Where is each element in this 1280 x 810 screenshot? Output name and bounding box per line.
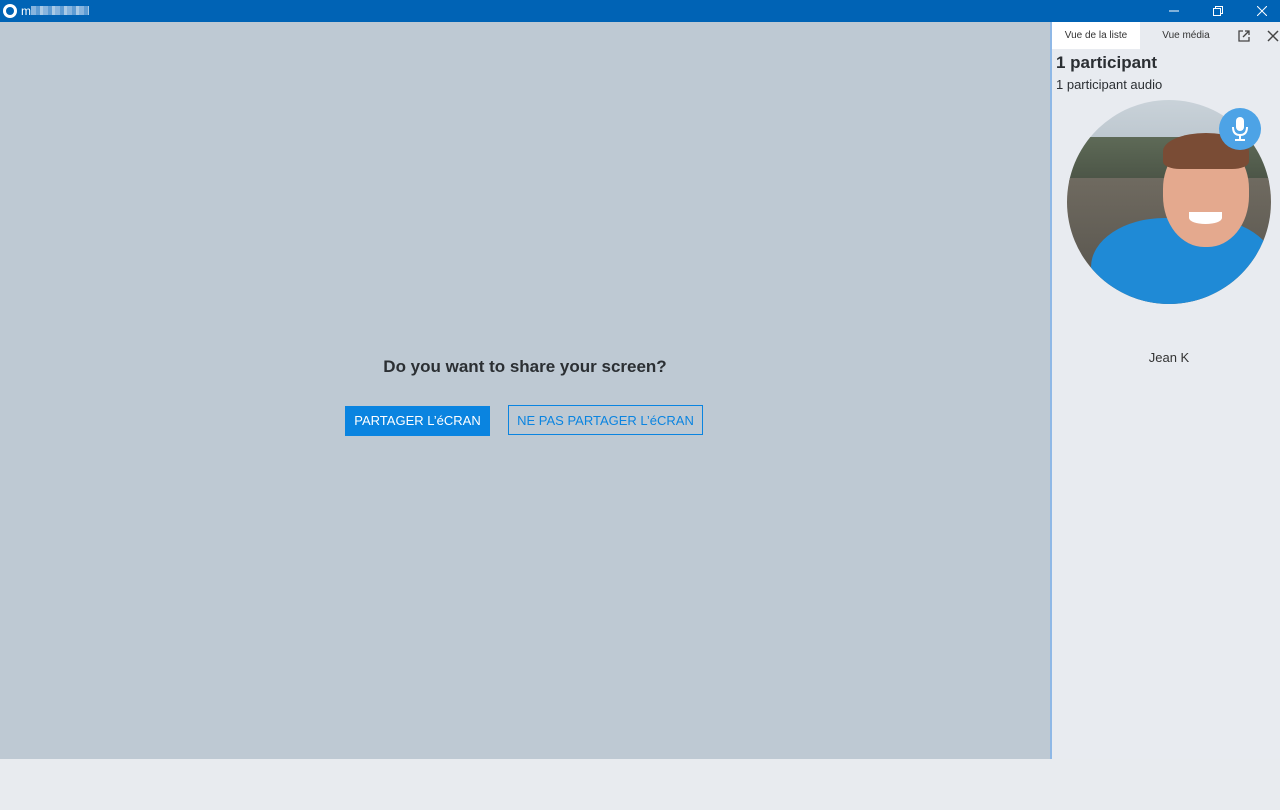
window-title-redacted (31, 6, 89, 15)
close-icon (1257, 6, 1267, 16)
restore-button[interactable] (1196, 0, 1240, 22)
participant-count: 1 participant (1056, 53, 1158, 72)
tab-media-view[interactable]: Vue média (1146, 22, 1226, 49)
share-screen-prompt: Do you want to share your screen? (383, 357, 667, 376)
close-window-button[interactable] (1240, 0, 1280, 22)
close-panel-icon[interactable] (1267, 30, 1279, 42)
screen-share-area: Do you want to share your screen? PARTAG… (0, 22, 1050, 759)
restore-icon (1213, 6, 1223, 16)
microphone-icon (1232, 117, 1248, 141)
do-not-share-screen-button[interactable]: NE PAS PARTAGER L’éCRAN (508, 405, 703, 435)
window-title: m (21, 4, 31, 18)
footer-bar (0, 759, 1280, 810)
popout-icon[interactable] (1238, 30, 1250, 42)
participant-name: Jean K (1148, 350, 1190, 365)
tab-list-view[interactable]: Vue de la liste (1052, 22, 1140, 49)
share-screen-button[interactable]: PARTAGER L’éCRAN (345, 406, 490, 436)
participants-panel: Vue de la liste Vue média 1 participant … (1052, 22, 1280, 759)
title-bar: m (0, 0, 1280, 22)
microphone-badge (1219, 108, 1261, 150)
minimize-button[interactable] (1152, 0, 1196, 22)
minimize-icon (1169, 10, 1179, 12)
participant-audio-count: 1 participant audio (1056, 77, 1163, 92)
app-logo-icon (3, 4, 17, 18)
